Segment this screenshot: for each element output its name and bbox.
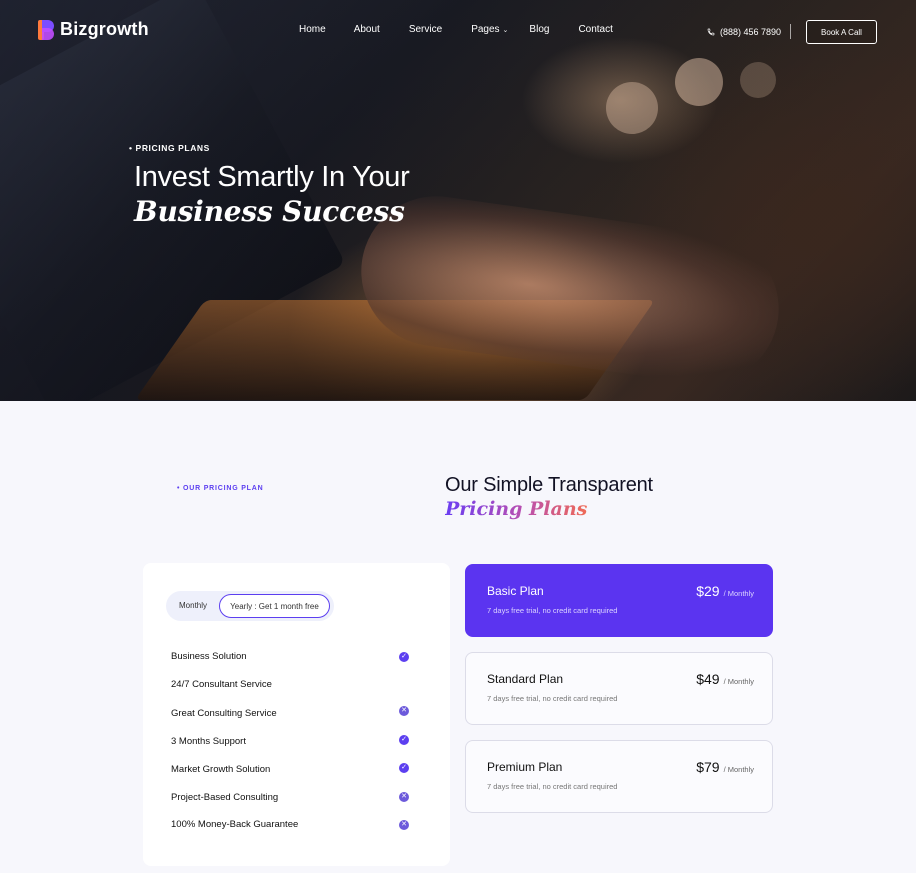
plan-description: 7 days free trial, no credit card requir…	[487, 694, 618, 703]
feature-item: Great Consulting Service	[171, 708, 277, 719]
plan-price-period: / Monthly	[723, 765, 754, 774]
billing-toggle[interactable]: Monthly Yearly : Get 1 month free	[166, 591, 334, 621]
section-tag-text: OUR PRICING PLAN	[183, 485, 264, 492]
plan-price: $79 / Monthly	[696, 759, 754, 775]
feature-item: 100% Money-Back Guarantee	[171, 819, 299, 830]
check-icon: ✓	[399, 735, 409, 745]
cross-icon: ✕	[399, 820, 409, 830]
nav-home[interactable]: Home	[299, 24, 326, 35]
chevron-down-icon: ⌄	[502, 26, 509, 34]
nav-about[interactable]: About	[354, 24, 380, 35]
feature-item: Business Solution	[171, 651, 247, 662]
plan-price-value: $79	[696, 759, 720, 775]
nav-contact[interactable]: Contact	[578, 24, 612, 35]
nav-service[interactable]: Service	[409, 24, 442, 35]
plan-card-basic[interactable]: Basic Plan 7 days free trial, no credit …	[465, 564, 773, 637]
plan-name: Basic Plan	[487, 584, 544, 598]
plan-card-premium[interactable]: Premium Plan 7 days free trial, no credi…	[465, 740, 773, 813]
plan-name: Premium Plan	[487, 760, 563, 774]
brand-name: Bizgrowth	[60, 19, 149, 39]
phone-link[interactable]: (888) 456 7890	[707, 27, 781, 37]
toggle-yearly[interactable]: Yearly : Get 1 month free	[219, 594, 330, 618]
feature-item: Project-Based Consulting	[171, 792, 279, 803]
features-card: Monthly Yearly : Get 1 month free Busine…	[143, 563, 450, 866]
nav-label: Home	[299, 24, 326, 35]
nav-label: Pages	[471, 24, 500, 35]
logo-icon	[38, 19, 54, 40]
main-nav: Home About Service Pages ⌄ Blog Contact	[299, 24, 639, 35]
feature-item: Market Growth Solution	[171, 764, 271, 775]
nav-divider	[790, 24, 791, 39]
check-icon: ✓	[399, 763, 409, 773]
plan-description: 7 days free trial, no credit card requir…	[487, 782, 618, 791]
nav-label: About	[353, 24, 380, 35]
cross-icon: ✕	[399, 792, 409, 802]
feature-item: 24/7 Consultant Service	[171, 679, 272, 690]
toggle-monthly[interactable]: Monthly	[179, 601, 207, 610]
plan-card-standard[interactable]: Standard Plan 7 days free trial, no cred…	[465, 652, 773, 725]
plan-price: $29 / Monthly	[696, 583, 754, 599]
feature-item: 3 Months Support	[171, 736, 246, 747]
phone-icon	[707, 28, 715, 36]
plan-price-value: $49	[696, 671, 720, 687]
nav-blog[interactable]: Blog	[529, 24, 549, 35]
section-title: Our Simple Transparent	[445, 474, 653, 496]
check-icon: ✓	[399, 652, 409, 662]
nav-pages[interactable]: Pages ⌄	[471, 24, 508, 35]
section-title-italic: Pricing Plans	[445, 498, 588, 520]
phone-number: (888) 456 7890	[720, 27, 782, 37]
section-tag: • OUR PRICING PLAN	[177, 485, 264, 492]
brand-logo[interactable]: Bizgrowth	[38, 19, 149, 40]
cross-icon: ✕	[399, 706, 409, 716]
nav-label: Service	[408, 24, 443, 35]
plan-description: 7 days free trial, no credit card requir…	[487, 606, 618, 615]
plan-price-period: / Monthly	[723, 677, 754, 686]
hero-title-italic: Business Success	[134, 195, 405, 228]
hero-tag: • PRICING PLANS	[129, 143, 210, 153]
hero-tag-text: PRICING PLANS	[135, 143, 210, 153]
nav-label: Blog	[529, 24, 550, 35]
plan-price-period: / Monthly	[723, 589, 754, 598]
hero-title: Invest Smartly In Your	[134, 161, 410, 193]
plan-name: Standard Plan	[487, 672, 564, 686]
plan-price: $49 / Monthly	[696, 671, 754, 687]
book-a-call-button[interactable]: Book A Call	[806, 20, 877, 44]
plan-price-value: $29	[696, 583, 720, 599]
nav-label: Contact	[578, 24, 613, 35]
